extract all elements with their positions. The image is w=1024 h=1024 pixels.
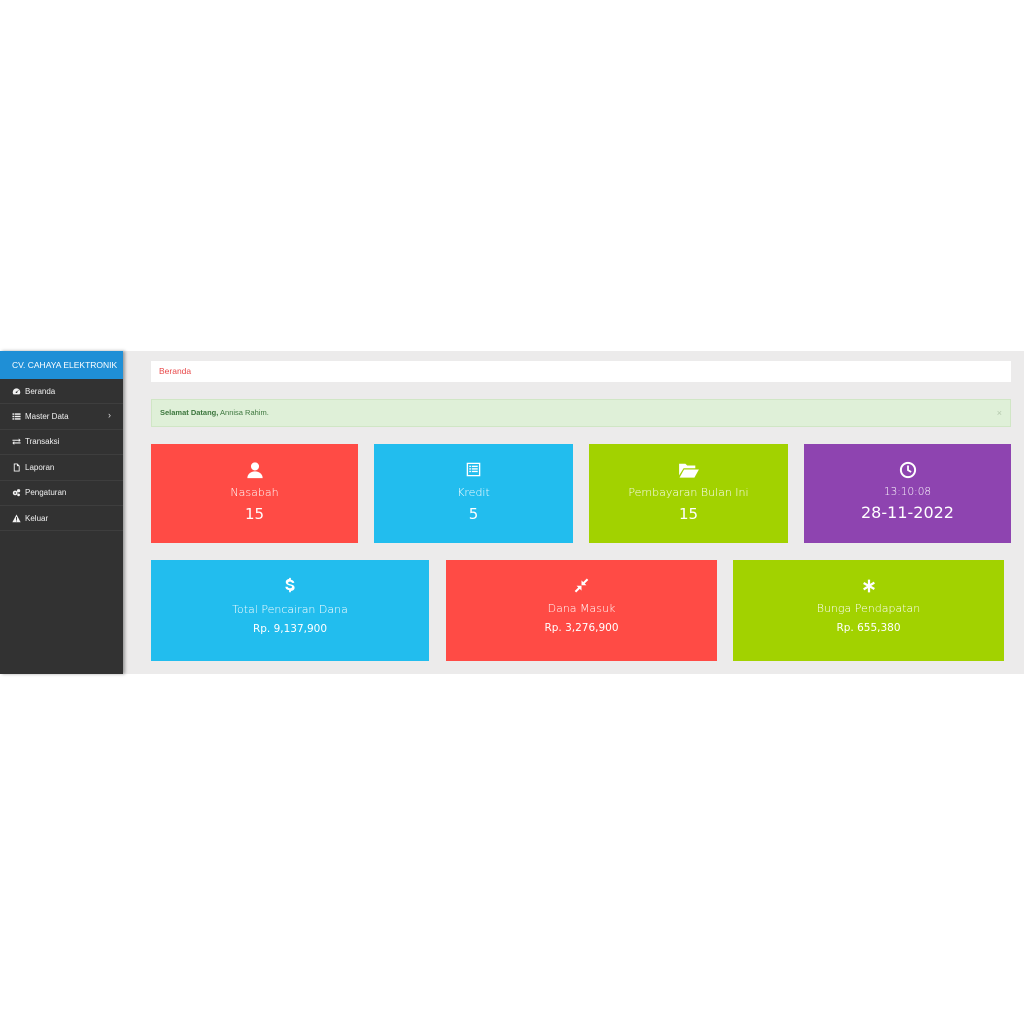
summary-label: Dana Masuk [547,602,616,615]
asterisk-icon [862,579,875,593]
summary-card-dana-masuk[interactable]: Dana Masuk Rp. 3,276,900 [446,560,717,661]
stat-value: 15 [678,505,699,523]
sidebar-item-label: Master Data [25,412,69,422]
breadcrumb-link-beranda[interactable]: Beranda [159,366,191,376]
sidebar-item-label: Beranda [25,386,56,396]
stat-label: Pembayaran Bulan Ini [628,486,749,499]
app-window: CV. CAHAYA ELEKTRONIK Beranda Master Dat… [0,351,1024,674]
summary-card-bunga[interactable]: Bunga Pendapatan Rp. 655,380 [733,560,1004,661]
clock-time: 13:10:08 [883,486,932,498]
warning-icon [12,514,21,522]
alert-strong-text: Selamat Datang, [160,408,219,417]
close-icon[interactable]: × [997,400,1002,426]
sidebar-item-transaksi[interactable]: Transaksi [0,430,123,456]
stat-card-kredit[interactable]: Kredit 5 [374,444,573,543]
clock-date: 28-11-2022 [861,503,954,522]
stat-card-nasabah[interactable]: Nasabah 15 [151,444,358,543]
sidebar-item-master-data[interactable]: Master Data › [0,404,123,430]
stat-card-clock[interactable]: 13:10:08 28-11-2022 [804,444,1011,543]
summary-label: Total Pencairan Dana [232,603,348,616]
list-icon [12,413,21,420]
sidebar-item-keluar[interactable]: Keluar [0,506,123,532]
sidebar-item-beranda[interactable]: Beranda [0,379,123,405]
exchange-icon [12,438,21,446]
compress-icon [574,578,589,593]
sidebar-item-label: Pengaturan [25,488,67,498]
summary-card-pencairan[interactable]: Total Pencairan Dana Rp. 9,137,900 [151,560,429,661]
clock-icon [899,461,916,479]
cogs-icon [12,489,21,497]
dollar-icon [285,577,295,593]
summary-value: Rp. 655,380 [836,622,901,634]
user-icon [246,462,263,479]
stat-label: Nasabah [230,486,279,499]
brand-title[interactable]: CV. CAHAYA ELEKTRONIK [0,351,123,379]
sidebar-item-pengaturan[interactable]: Pengaturan [0,481,123,506]
sidebar: CV. CAHAYA ELEKTRONIK Beranda Master Dat… [0,351,123,674]
stat-value: 15 [244,505,265,523]
stat-label: Kredit [457,486,490,499]
alert-text: Annisa Rahim. [218,408,269,417]
sidebar-item-label: Keluar [25,513,49,523]
sidebar-item-laporan[interactable]: Laporan [0,455,123,481]
dashboard-icon [12,388,21,395]
stat-value: 5 [468,505,479,523]
sidebar-item-label: Transaksi [25,437,60,447]
file-icon [13,463,20,472]
folder-open-icon [678,463,699,478]
summary-value: Rp. 9,137,900 [252,623,328,635]
list-alt-icon [466,462,481,477]
stat-card-pembayaran[interactable]: Pembayaran Bulan Ini 15 [589,444,788,543]
summary-label: Bunga Pendapatan [816,602,921,615]
summary-value: Rp. 3,276,900 [544,622,619,634]
chevron-right-icon[interactable]: › [108,410,111,420]
breadcrumb: Beranda [151,361,1011,382]
welcome-alert: Selamat Datang, Annisa Rahim. × [151,399,1011,427]
sidebar-item-label: Laporan [25,462,55,472]
